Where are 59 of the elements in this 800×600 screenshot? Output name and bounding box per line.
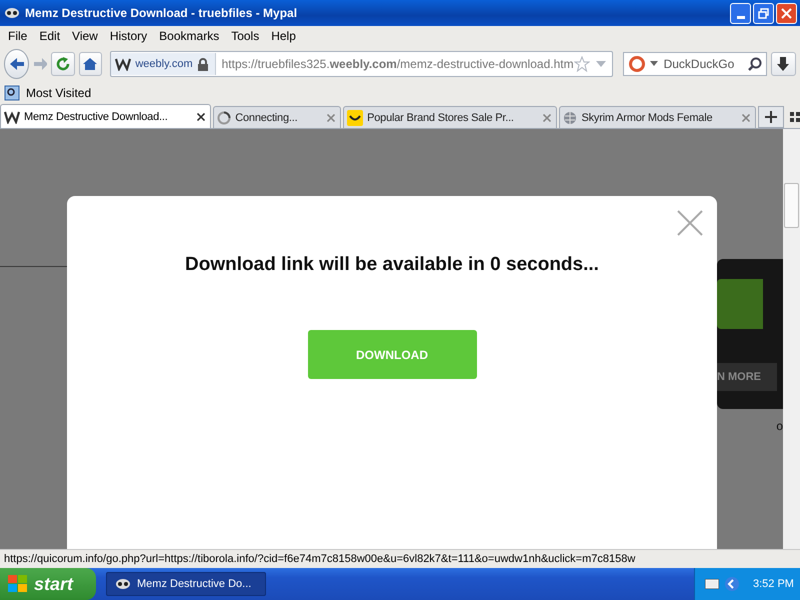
browser-tab[interactable]: Popular Brand Stores Sale Pr... <box>343 106 558 128</box>
down-arrow-icon <box>776 56 790 72</box>
menu-item[interactable]: History <box>104 29 154 43</box>
browser-tab[interactable]: Skyrim Armor Mods Female <box>559 106 756 128</box>
close-button[interactable] <box>776 2 797 24</box>
menu-item[interactable]: Edit <box>33 29 66 43</box>
tab-label: Connecting... <box>235 112 298 124</box>
scrollbar[interactable] <box>783 129 800 549</box>
minimize-button[interactable] <box>730 2 751 24</box>
menu-item[interactable]: Tools <box>225 29 266 43</box>
grid-icon[interactable] <box>790 112 800 122</box>
url-text: https://truebfiles325.weebly.com/memz-destructive-download.htm <box>220 57 574 71</box>
menu-item[interactable]: Bookmarks <box>153 29 226 43</box>
clock: 3:52 PM <box>753 578 794 590</box>
new-tab-button[interactable] <box>758 106 784 128</box>
browser-tab[interactable]: Memz Destructive Download... <box>0 104 212 128</box>
restore-button[interactable] <box>753 2 774 24</box>
tab-label: Memz Destructive Download... <box>24 110 169 122</box>
close-icon[interactable] <box>197 112 206 120</box>
search-bar[interactable]: DuckDuckGo <box>622 52 767 76</box>
text-fragment: o <box>776 419 783 433</box>
reload-button[interactable] <box>50 52 75 76</box>
tab-label: Skyrim Armor Mods Female <box>581 112 714 124</box>
dialog-message: Download link will be available in 0 seconds... <box>185 254 599 276</box>
address-bar[interactable]: weebly.com https://truebfiles325.weebly.com/memz-destructive-download.htm <box>110 51 613 77</box>
restore-icon <box>758 8 769 18</box>
download-button[interactable] <box>770 52 796 76</box>
start-button[interactable]: start <box>0 568 96 600</box>
star-icon[interactable] <box>574 56 590 72</box>
smile-icon <box>347 110 364 126</box>
window-title: Memz Destructive Download - truebfiles - Mypal <box>25 6 298 20</box>
menu-item[interactable]: File <box>2 29 34 43</box>
lock-icon <box>196 58 209 70</box>
chevron-icon[interactable] <box>725 577 739 591</box>
search-icon <box>748 57 762 71</box>
windows-logo-icon <box>8 575 28 593</box>
close-icon <box>781 8 792 18</box>
reload-icon <box>54 56 71 72</box>
globe-icon <box>563 110 578 124</box>
back-button[interactable] <box>4 49 30 79</box>
home-button[interactable] <box>78 52 102 76</box>
site-identity-badge[interactable]: weebly.com <box>111 53 216 75</box>
home-icon <box>82 57 98 71</box>
w-logo-icon <box>115 57 132 71</box>
dropdown-icon <box>650 61 658 67</box>
w-logo-icon <box>4 110 20 124</box>
keyboard-icon <box>705 579 719 589</box>
taskbar-button[interactable]: Memz Destructive Do... <box>106 572 266 596</box>
status-text: https://quicorum.info/go.php?url=https://tiborola.info/?cid=f6e74m7c8158w00e&u=6vl82k7&t=111&o=uwdw1nh&uclick=m7c8158w <box>4 553 636 565</box>
bookmark-item[interactable]: Most Visited <box>26 86 92 100</box>
back-arrow-icon <box>8 56 26 72</box>
browser-tab[interactable]: Connecting... <box>213 106 342 128</box>
menu-item[interactable]: View <box>66 29 104 43</box>
tab-label: Popular Brand Stores Sale Pr... <box>367 112 515 124</box>
plus-icon <box>765 111 778 123</box>
loading-icon <box>217 110 232 124</box>
more-button[interactable]: N MORE <box>717 363 777 391</box>
menu-item[interactable]: Help <box>265 29 302 43</box>
minimize-icon <box>736 16 744 18</box>
